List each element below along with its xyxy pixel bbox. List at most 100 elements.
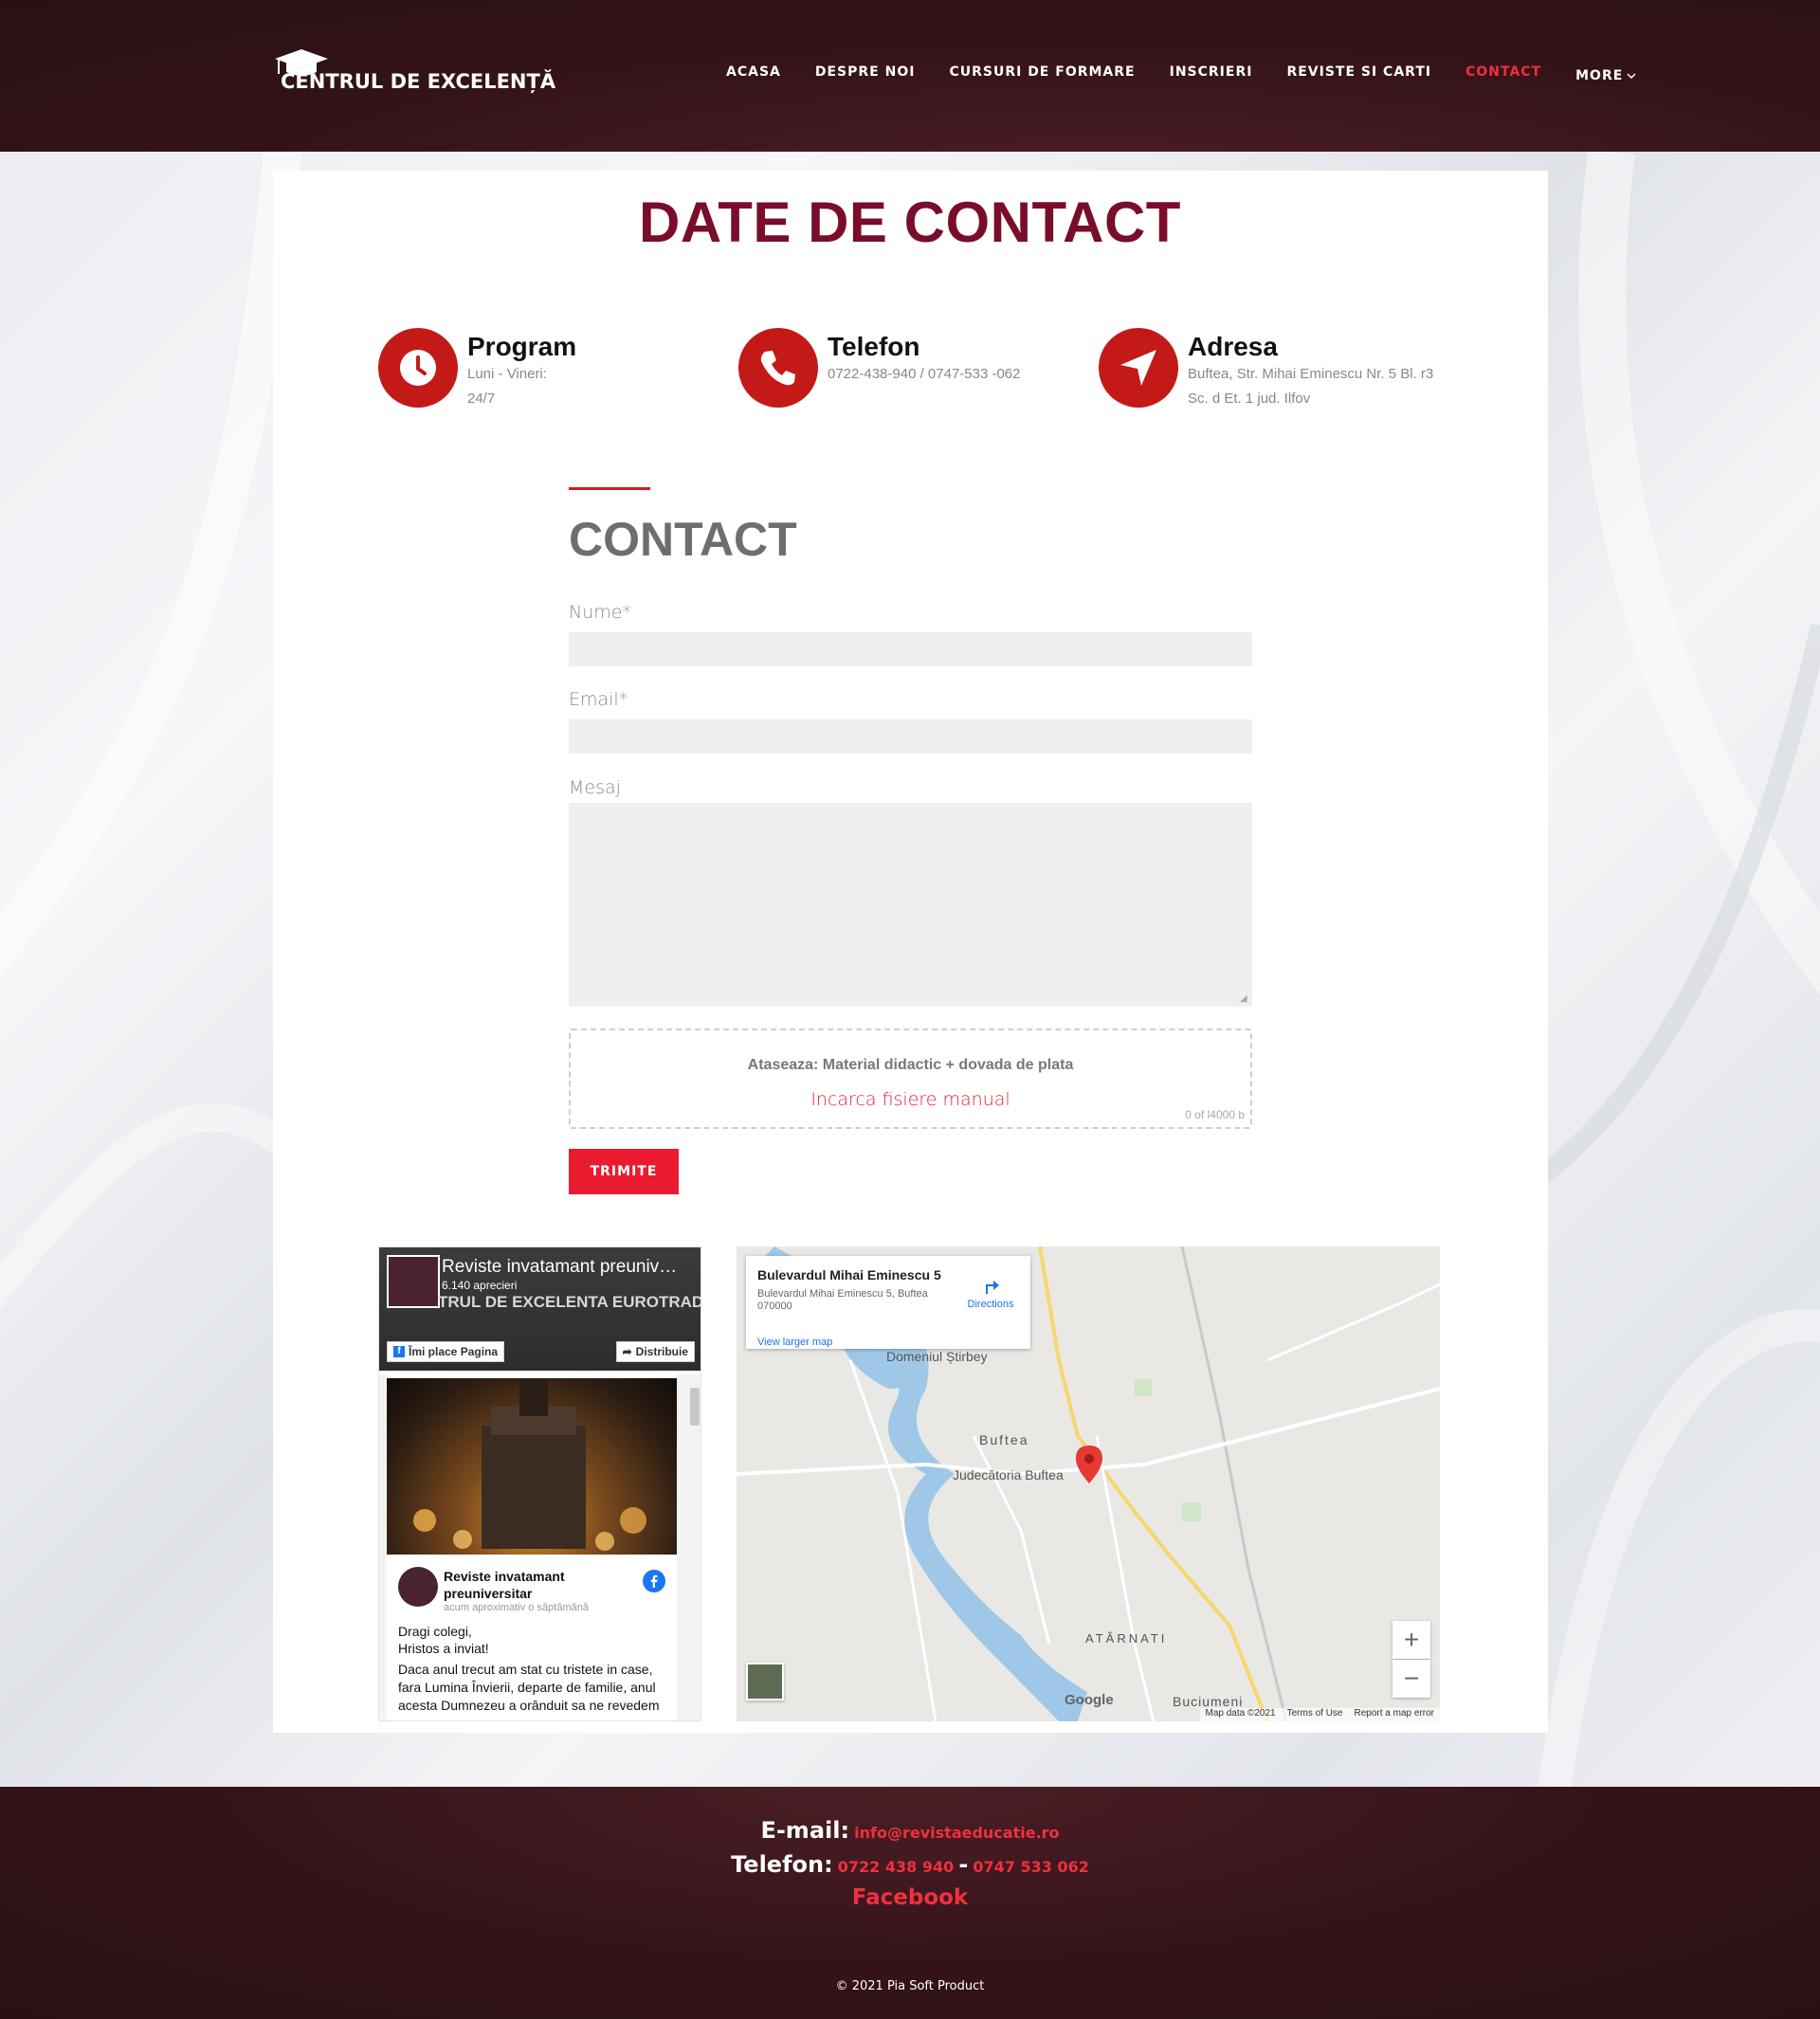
facebook-scrollbar-thumb[interactable] [690, 1388, 700, 1426]
chevron-down-icon [1627, 73, 1636, 80]
info-telefon-title: Telefon [828, 332, 920, 361]
map-label-atarnati: ATÂRNATI [1085, 1631, 1168, 1646]
view-larger-map-link[interactable]: View larger map [757, 1337, 832, 1348]
submit-button[interactable]: TRIMITE [569, 1149, 679, 1194]
facebook-page-name[interactable]: Reviste invatamant preuniv… [442, 1257, 698, 1278]
page-title: DATE DE CONTACT [639, 191, 1181, 254]
footer-email-label: E-mail: [760, 1817, 850, 1844]
upload-count: 0 of l4000 b [1185, 1108, 1245, 1121]
facebook-post-line: acesta Dumnezeu a orânduit sa ne revedem [398, 1698, 660, 1713]
facebook-post-line: Daca anul trecut am stat cu tristete in … [398, 1662, 653, 1677]
map-place-address: Bulevardul Mihai Eminescu 5, Buftea 0700… [757, 1288, 928, 1312]
name-label: Nume* [569, 602, 631, 623]
footer-phone-1[interactable]: 0722 438 940 [838, 1858, 954, 1876]
email-label: Email* [569, 689, 628, 710]
map-label-buftea: Buftea [979, 1432, 1029, 1447]
email-input[interactable] [569, 719, 1252, 754]
upload-title: Ataseaza: Material didactic + dovada de … [747, 1057, 1074, 1073]
map-data-credit: Map data ©2021 [1205, 1708, 1276, 1719]
facebook-page-avatar[interactable] [387, 1255, 440, 1308]
message-label: Mesaj [569, 777, 621, 798]
map-label-judecatoria: Judecătoria Buftea [953, 1467, 1064, 1482]
directions-label: Directions [967, 1299, 1014, 1310]
facebook-scrollbar[interactable] [687, 1374, 701, 1720]
upload-files-link[interactable]: Incarca fisiere manual [571, 1089, 1250, 1110]
nav-item-contact[interactable]: CONTACT [1465, 64, 1541, 87]
info-telefon: Telefon 0722-438-940 / 0747-533 -062 [738, 328, 1051, 413]
footer-phone-2[interactable]: 0747 533 062 [973, 1858, 1088, 1876]
footer-facebook-row: Facebook [0, 1885, 1820, 1910]
footer-email-row: E-mail: info@revistaeducatie.ro [0, 1817, 1820, 1844]
info-adresa-line1: Buftea, Str. Mihai Eminescu Nr. 5 Bl. r3 [1188, 366, 1434, 382]
logo-text: CENTRUL DE EXCELENȚĂ [281, 70, 556, 93]
facebook-post-photo[interactable] [387, 1378, 677, 1555]
facebook-post-time: acum aproximativ o săptămână [444, 1602, 589, 1613]
facebook-logo-icon [643, 1570, 665, 1592]
footer-phone-row: Telefon: 0722 438 940 - 0747 533 062 [0, 1851, 1820, 1878]
info-adresa: Adresa Buftea, Str. Mihai Eminescu Nr. 5… [1099, 328, 1459, 413]
name-input[interactable] [569, 632, 1252, 666]
map-marker-icon[interactable] [1076, 1446, 1102, 1483]
map-footer: Map data ©2021 Terms of Use Report a map… [1199, 1708, 1440, 1721]
nav-item-despre-noi[interactable]: DESPRE NOI [815, 64, 916, 87]
map-label-domeniul: Domeniul Știrbey [886, 1349, 988, 1364]
map-place-card: Bulevardul Mihai Eminescu 5 Bulevardul M… [746, 1256, 1030, 1349]
footer-phone-label: Telefon: [731, 1851, 833, 1878]
section-divider [569, 487, 650, 490]
map-satellite-toggle[interactable] [746, 1663, 784, 1701]
directions-button[interactable]: Directions [962, 1275, 1019, 1310]
facebook-post-line: Hristos a inviat! [398, 1641, 489, 1656]
resize-handle-icon[interactable]: ◢ [1240, 993, 1247, 1004]
facebook-post-line: Dragi colegi, [398, 1624, 472, 1639]
facebook-cover-text: TRUL DE EXCELENTA EUROTRADING [438, 1293, 701, 1311]
map-zoom-out-button[interactable]: − [1392, 1660, 1430, 1698]
footer-email-link[interactable]: info@revistaeducatie.ro [854, 1824, 1059, 1842]
nav-item-reviste[interactable]: REVISTE SI CARTI [1286, 64, 1431, 87]
facebook-share-button[interactable]: ➦ Distribuie [615, 1341, 695, 1362]
footer-facebook-link[interactable]: Facebook [852, 1885, 968, 1910]
nav-more-label: MORE [1575, 68, 1624, 83]
map-report-link[interactable]: Report a map error [1355, 1708, 1434, 1721]
facebook-post: Reviste invatamant preuniversitar acum a… [387, 1374, 677, 1720]
facebook-cover: Reviste invatamant preuniv… 6.140 apreci… [379, 1247, 701, 1371]
google-logo: Google [1065, 1692, 1114, 1708]
footer-phone-separator: - [958, 1851, 969, 1878]
facebook-like-label: Îmi place Pagina [409, 1345, 499, 1358]
message-textarea[interactable] [569, 803, 1252, 1007]
info-program-line2: 24/7 [467, 391, 496, 407]
footer-copyright: © 2021 Pia Soft Product [835, 1979, 985, 1993]
info-adresa-title: Adresa [1188, 332, 1278, 361]
nav-item-acasa[interactable]: ACASA [726, 64, 781, 87]
location-arrow-icon [1099, 328, 1178, 408]
contact-heading: CONTACT [569, 513, 797, 566]
nav-item-inscrieri[interactable]: INSCRIERI [1170, 64, 1253, 87]
site-logo[interactable]: CENTRUL DE EXCELENȚĂ [273, 47, 555, 95]
footer-copyright-row: © 2021 Pia Soft Product [0, 1975, 1820, 1993]
clock-icon [378, 328, 458, 408]
facebook-feed[interactable]: Reviste invatamant preuniversitar acum a… [379, 1374, 701, 1720]
facebook-post-avatar[interactable] [398, 1567, 438, 1607]
phone-icon [738, 328, 818, 408]
facebook-page-likes: 6.140 aprecieri [442, 1279, 518, 1292]
info-program: Program Luni - Vineri: 24/7 [378, 328, 691, 413]
share-arrow-icon: ➦ [622, 1345, 632, 1358]
facebook-post-line: fara Lumina Învierii, departe de familie… [398, 1680, 656, 1695]
site-footer: E-mail: info@revistaeducatie.ro Telefon:… [0, 1787, 1820, 2019]
main-nav: ACASA DESPRE NOI CURSURI DE FORMARE INSC… [726, 64, 1636, 87]
facebook-post-author[interactable]: Reviste invatamant preuniversitar [444, 1568, 624, 1602]
file-upload-area[interactable]: Ataseaza: Material didactic + dovada de … [569, 1028, 1252, 1129]
facebook-like-button[interactable]: f Îmi place Pagina [387, 1341, 505, 1362]
info-program-line1: Luni - Vineri: [467, 366, 547, 382]
facebook-share-label: Distribuie [635, 1345, 688, 1358]
info-adresa-line2: Sc. d Et. 1 jud. Ilfov [1188, 391, 1311, 407]
google-map[interactable]: Domeniul Știrbey Buftea Judecătoria Buft… [737, 1246, 1440, 1721]
map-place-title: Bulevardul Mihai Eminescu 5 [757, 1267, 941, 1282]
map-label-buciumeni: Buciumeni [1173, 1694, 1244, 1709]
map-zoom-in-button[interactable]: + [1392, 1621, 1430, 1659]
nav-item-cursuri[interactable]: CURSURI DE FORMARE [949, 64, 1135, 87]
nav-item-more[interactable]: MORE [1575, 64, 1636, 87]
map-terms-link[interactable]: Terms of Use [1287, 1708, 1343, 1721]
info-telefon-line1: 0722-438-940 / 0747-533 -062 [828, 366, 1021, 382]
directions-icon [986, 1281, 999, 1294]
info-program-title: Program [467, 332, 577, 361]
